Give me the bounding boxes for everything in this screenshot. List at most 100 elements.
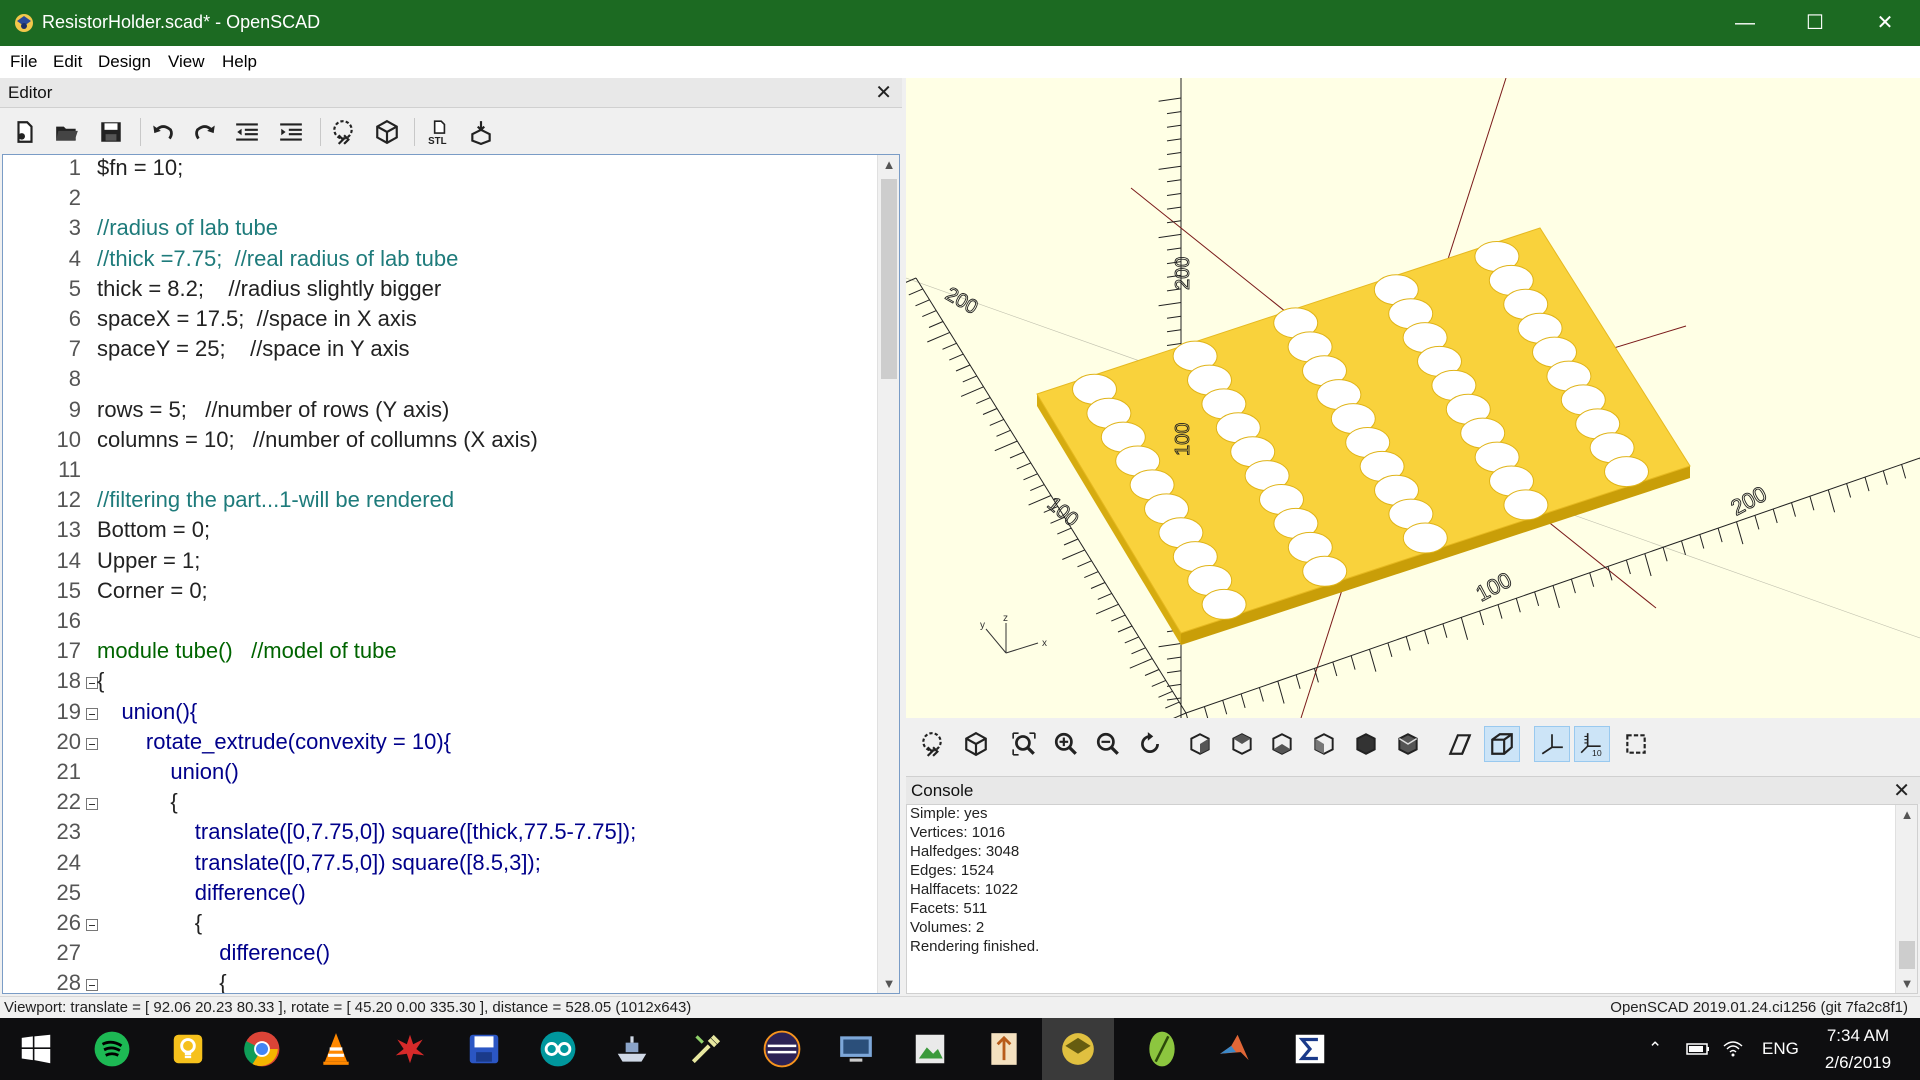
minimize-button[interactable]: — bbox=[1710, 0, 1780, 46]
sigma-app-icon[interactable] bbox=[1274, 1018, 1346, 1080]
code-line[interactable]: union() bbox=[97, 759, 239, 785]
chrome-icon[interactable] bbox=[226, 1018, 298, 1080]
eclipse-icon[interactable] bbox=[746, 1018, 818, 1080]
unindent-icon[interactable] bbox=[230, 116, 264, 148]
scroll-down-icon[interactable]: ▼ bbox=[1896, 976, 1917, 991]
code-line[interactable]: translate([0,7.75,0]) square([thick,77.5… bbox=[97, 819, 636, 845]
image-viewer-icon[interactable] bbox=[894, 1018, 966, 1080]
menu-edit[interactable]: Edit bbox=[53, 52, 82, 72]
document-app-icon[interactable] bbox=[968, 1018, 1040, 1080]
green-app-icon[interactable] bbox=[1126, 1018, 1198, 1080]
show-axes-icon[interactable] bbox=[1534, 726, 1570, 762]
zoom-out-icon[interactable] bbox=[1090, 726, 1126, 762]
view-all-icon[interactable] bbox=[1006, 726, 1042, 762]
ship-app-icon[interactable] bbox=[596, 1018, 668, 1080]
code-editor[interactable]: 1 2 3 4 5 6 7 8 9 10 11 12 13 14 15 16 17 18 19 20 21 22 23 24 2… bbox=[2, 154, 900, 994]
menu-design[interactable]: Design bbox=[98, 52, 151, 72]
code-line[interactable]: thick = 8.2; //radius slightly bigger bbox=[97, 276, 441, 302]
scale-tick bbox=[1332, 661, 1338, 677]
openscad-icon[interactable] bbox=[1042, 1018, 1114, 1080]
code-line[interactable]: rows = 5; //number of rows (Y axis) bbox=[97, 397, 449, 423]
render-icon[interactable] bbox=[958, 726, 994, 762]
code-line[interactable]: { bbox=[97, 910, 202, 936]
network-monitor-icon[interactable] bbox=[820, 1018, 892, 1080]
show-scale-markers-icon[interactable]: 10 bbox=[1574, 726, 1610, 762]
console-scrollbar[interactable]: ▲ ▼ bbox=[1895, 805, 1917, 993]
code-line[interactable]: translate([0,77.5,0]) square([8.5,3]); bbox=[97, 850, 541, 876]
close-window-button[interactable]: ✕ bbox=[1850, 0, 1920, 46]
code-line[interactable]: module tube() //model of tube bbox=[97, 638, 397, 664]
splatter-app-icon[interactable] bbox=[374, 1018, 446, 1080]
scene-canvas[interactable]: 200 200 200 100 100 100 x y z bbox=[906, 78, 1920, 718]
battery-icon[interactable] bbox=[1686, 1018, 1710, 1080]
windows-start-icon[interactable] bbox=[0, 1018, 72, 1080]
lightbulb-app-icon[interactable] bbox=[152, 1018, 224, 1080]
vlc-icon[interactable] bbox=[300, 1018, 372, 1080]
console-close-button[interactable]: ✕ bbox=[1893, 778, 1910, 803]
code-line[interactable]: spaceY = 25; //space in Y axis bbox=[97, 336, 409, 362]
scroll-thumb[interactable] bbox=[1899, 941, 1915, 969]
new-file-icon[interactable] bbox=[8, 116, 42, 148]
open-file-icon[interactable] bbox=[50, 116, 84, 148]
menu-file[interactable]: File bbox=[10, 52, 37, 72]
zoom-in-icon[interactable] bbox=[1048, 726, 1084, 762]
render-icon[interactable] bbox=[370, 116, 404, 148]
scroll-up-icon[interactable]: ▲ bbox=[1896, 807, 1917, 822]
code-line[interactable]: columns = 10; //number of collumns (X ax… bbox=[97, 427, 538, 453]
code-line[interactable]: union(){ bbox=[97, 699, 197, 725]
code-line[interactable]: $fn = 10; bbox=[97, 155, 183, 181]
code-line[interactable]: //thick =7.75; //real radius of lab tube bbox=[97, 246, 458, 272]
perspective-icon[interactable] bbox=[1442, 726, 1478, 762]
spotify-icon[interactable] bbox=[76, 1018, 148, 1080]
menu-view[interactable]: View bbox=[168, 52, 205, 72]
line-number: 11 bbox=[58, 457, 81, 482]
wifi-icon[interactable] bbox=[1722, 1018, 1744, 1080]
code-line[interactable]: difference() bbox=[97, 880, 306, 906]
scroll-down-icon[interactable]: ▼ bbox=[878, 976, 899, 991]
editor-scrollbar[interactable]: ▲ ▼ bbox=[877, 155, 899, 993]
code-line[interactable]: Upper = 1; bbox=[97, 548, 200, 574]
view-bottom-icon[interactable] bbox=[1264, 726, 1300, 762]
code-line[interactable]: spaceX = 17.5; //space in X axis bbox=[97, 306, 417, 332]
line-number: 20 bbox=[56, 728, 81, 754]
code-line[interactable]: { bbox=[97, 668, 104, 694]
reset-view-icon[interactable] bbox=[1132, 726, 1168, 762]
redo-icon[interactable] bbox=[188, 116, 222, 148]
arduino-icon[interactable] bbox=[522, 1018, 594, 1080]
tool-app-icon[interactable] bbox=[670, 1018, 742, 1080]
3d-viewport[interactable]: 200 200 200 100 100 100 x y z bbox=[906, 78, 1920, 718]
view-left-icon[interactable] bbox=[1306, 726, 1342, 762]
code-line[interactable]: Corner = 0; bbox=[97, 578, 208, 604]
show-hidden-icons[interactable]: ⌃ bbox=[1648, 1018, 1662, 1080]
view-back-icon[interactable] bbox=[1390, 726, 1426, 762]
view-right-icon[interactable] bbox=[1182, 726, 1218, 762]
code-line[interactable]: rotate_extrude(convexity = 10){ bbox=[97, 729, 451, 755]
console-output[interactable]: Simple: yes Vertices: 1016 Halfedges: 30… bbox=[906, 804, 1918, 994]
preview-icon[interactable] bbox=[326, 116, 360, 148]
code-line[interactable]: Bottom = 0; bbox=[97, 517, 210, 543]
editor-close-button[interactable]: ✕ bbox=[875, 80, 892, 105]
preview-icon[interactable] bbox=[914, 726, 950, 762]
code-line[interactable]: //radius of lab tube bbox=[97, 215, 278, 241]
show-edges-icon[interactable] bbox=[1618, 726, 1654, 762]
maximize-button[interactable]: ☐ bbox=[1780, 0, 1850, 46]
scroll-thumb[interactable] bbox=[881, 179, 897, 379]
export-stl-icon[interactable]: STL bbox=[422, 116, 456, 148]
taskbar-clock[interactable]: 7:34 AM 2/6/2019 bbox=[1808, 1022, 1908, 1076]
code-line[interactable]: { bbox=[97, 970, 226, 993]
save-icon[interactable] bbox=[94, 116, 128, 148]
matlab-icon[interactable] bbox=[1200, 1018, 1272, 1080]
view-front-icon[interactable] bbox=[1348, 726, 1384, 762]
code-line[interactable]: difference() bbox=[97, 940, 330, 966]
menu-help[interactable]: Help bbox=[222, 52, 257, 72]
view-top-icon[interactable] bbox=[1224, 726, 1260, 762]
language-indicator[interactable]: ENG bbox=[1762, 1018, 1799, 1080]
orthogonal-icon[interactable] bbox=[1484, 726, 1520, 762]
send-to-print-icon[interactable] bbox=[464, 116, 498, 148]
undo-icon[interactable] bbox=[146, 116, 180, 148]
code-line[interactable]: { bbox=[97, 789, 177, 815]
code-line[interactable]: //filtering the part...1-will be rendere… bbox=[97, 487, 454, 513]
indent-icon[interactable] bbox=[274, 116, 308, 148]
floppy-save-app-icon[interactable] bbox=[448, 1018, 520, 1080]
scroll-up-icon[interactable]: ▲ bbox=[878, 157, 899, 172]
